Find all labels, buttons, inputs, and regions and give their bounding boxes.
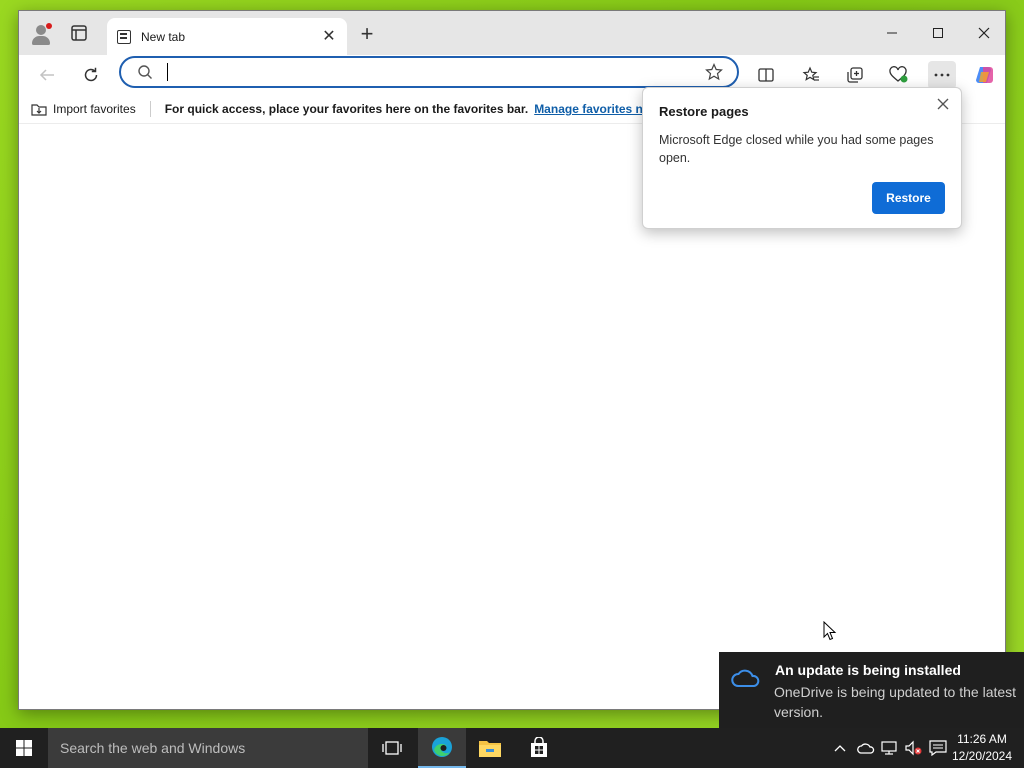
onedrive-tray-icon: [857, 743, 875, 754]
notification-dot: [46, 23, 52, 29]
task-view-icon: [382, 741, 402, 755]
clock-date: 12/20/2024: [951, 749, 1013, 763]
action-center-button[interactable]: [927, 728, 949, 768]
copilot-button[interactable]: [971, 61, 999, 89]
address-input[interactable]: [172, 64, 737, 80]
import-favorites-button[interactable]: Import favorites: [19, 102, 136, 116]
taskbar-edge-button[interactable]: [418, 728, 466, 768]
title-bar: New tab ✕ +: [19, 11, 1005, 55]
browser-essentials-button[interactable]: [885, 61, 913, 89]
heart-pulse-icon: [889, 66, 908, 83]
tab-title: New tab: [141, 29, 186, 44]
action-center-icon: [929, 740, 947, 756]
notification-body: OneDrive is being updated to the latest …: [774, 684, 1017, 720]
taskbar-search-box[interactable]: Search the web and Windows: [48, 728, 368, 768]
windows-logo-icon: [16, 740, 32, 756]
minimize-icon: [887, 32, 897, 34]
taskbar-store-button[interactable]: [515, 728, 563, 768]
volume-tray-button[interactable]: [902, 728, 924, 768]
search-placeholder: Search the web and Windows: [60, 740, 246, 756]
refresh-icon: [84, 67, 98, 82]
minimize-button[interactable]: [869, 21, 915, 45]
onedrive-cloud-icon: [731, 669, 760, 687]
profile-button[interactable]: [27, 21, 55, 49]
volume-muted-icon: [905, 740, 922, 756]
more-dots-icon: [934, 73, 950, 77]
store-icon: [531, 737, 547, 757]
onedrive-notification[interactable]: An update is being installed OneDrive is…: [719, 652, 1024, 728]
manage-favorites-link[interactable]: Manage favorites now: [534, 102, 659, 116]
popup-close-icon[interactable]: [935, 96, 951, 112]
profile-icon: [36, 25, 46, 35]
restore-button[interactable]: Restore: [872, 182, 945, 214]
import-favorites-label: Import favorites: [53, 102, 136, 116]
back-arrow-icon: [39, 69, 54, 81]
refresh-button[interactable]: [77, 61, 105, 89]
restore-pages-popup: Restore pages Microsoft Edge closed whil…: [642, 87, 962, 229]
tab-actions-button[interactable]: [69, 23, 89, 43]
favorites-icon: [802, 66, 819, 81]
onedrive-tray-button[interactable]: [855, 728, 877, 768]
import-favorites-icon: [31, 104, 47, 116]
tab-new-tab[interactable]: New tab ✕: [107, 18, 347, 55]
tab-close-icon[interactable]: ✕: [321, 28, 337, 45]
chevron-up-icon: [834, 745, 846, 752]
favorites-bar-divider: [149, 101, 151, 117]
split-screen-icon: [758, 68, 774, 82]
task-view-button[interactable]: [368, 728, 416, 768]
add-favorite-star-icon[interactable]: [705, 63, 723, 81]
close-window-button[interactable]: [961, 21, 1007, 45]
collections-icon: [847, 67, 863, 83]
mouse-cursor-icon: [823, 621, 837, 641]
folder-icon: [479, 741, 501, 757]
close-icon: [978, 27, 990, 39]
search-icon: [138, 65, 152, 79]
network-tray-button[interactable]: [879, 728, 901, 768]
popup-title: Restore pages: [659, 104, 749, 119]
start-button[interactable]: [0, 728, 48, 768]
split-screen-button[interactable]: [752, 61, 780, 89]
settings-more-button[interactable]: [928, 61, 956, 89]
maximize-icon: [933, 28, 943, 38]
favorites-bar-message: For quick access, place your favorites h…: [164, 102, 529, 116]
network-icon: [881, 741, 897, 755]
taskbar-clock[interactable]: 11:26 AM 12/20/2024: [950, 731, 1014, 765]
copilot-icon: [976, 67, 993, 83]
taskbar: Search the web and Windows 11:26 AM 12/2…: [0, 728, 1024, 768]
taskbar-file-explorer-button[interactable]: [466, 728, 514, 768]
edge-icon: [432, 737, 452, 757]
notification-title: An update is being installed: [775, 662, 961, 678]
text-caret: [167, 63, 168, 81]
tab-favicon-icon: [117, 29, 131, 44]
favorites-button[interactable]: [797, 61, 825, 89]
back-button[interactable]: [33, 61, 61, 89]
maximize-button[interactable]: [915, 21, 961, 45]
popup-message: Microsoft Edge closed while you had some…: [659, 133, 934, 165]
clock-time: 11:26 AM: [957, 732, 1007, 746]
tab-actions-icon: [71, 25, 87, 41]
profile-icon-body: [32, 36, 50, 45]
new-tab-button[interactable]: +: [357, 23, 377, 45]
collections-button[interactable]: [841, 61, 869, 89]
show-hidden-icons-button[interactable]: [830, 728, 850, 768]
address-bar[interactable]: [119, 56, 739, 88]
